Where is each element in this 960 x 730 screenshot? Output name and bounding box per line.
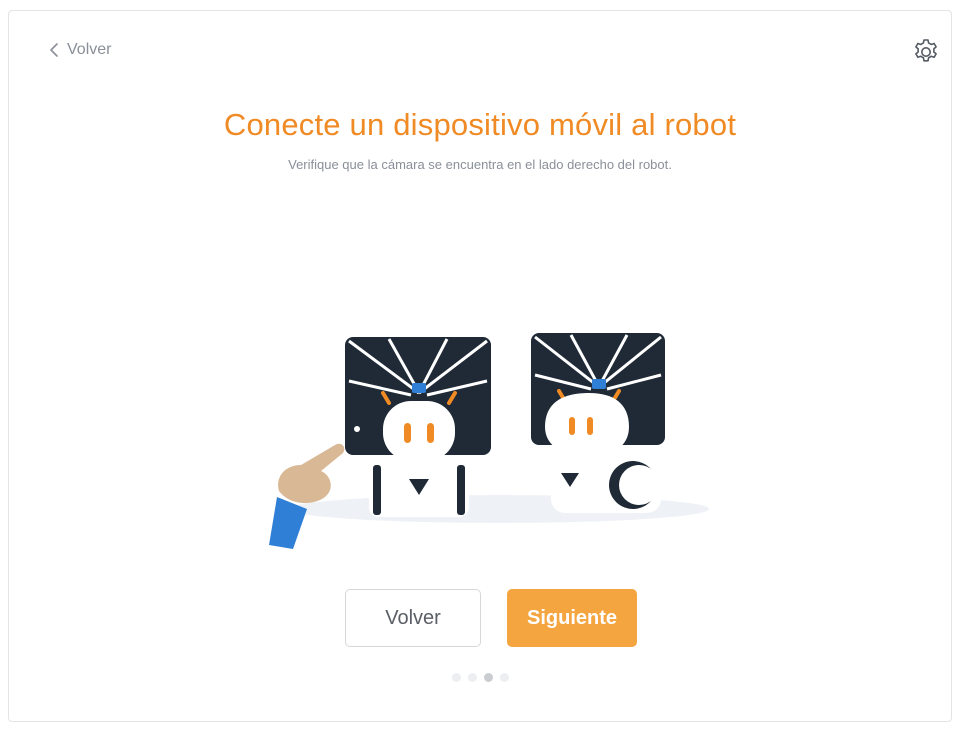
right-robot xyxy=(531,333,665,513)
next-button[interactable]: Siguiente xyxy=(507,589,637,647)
step-indicator xyxy=(9,673,951,682)
pointing-hand xyxy=(269,443,345,549)
chevron-left-icon xyxy=(50,43,58,57)
gear-icon[interactable] xyxy=(911,37,941,67)
left-robot xyxy=(345,337,491,517)
step-dot-2 xyxy=(467,673,477,682)
page-subtitle: Verifique que la cámara se encuentra en … xyxy=(288,157,672,172)
back-button[interactable]: Volver xyxy=(345,589,481,647)
setup-panel: Volver Conecte un dispositivo móvil al r… xyxy=(8,10,952,722)
step-dot-1 xyxy=(451,673,461,682)
page-title: Conecte un dispositivo móvil al robot xyxy=(223,107,737,142)
robot-connection-illustration xyxy=(269,333,709,549)
left-robot-head xyxy=(383,401,455,461)
step-dot-4 xyxy=(499,673,509,682)
back-link-label: Volver xyxy=(67,41,112,58)
step-dot-3-current xyxy=(483,673,493,682)
back-link[interactable]: Volver xyxy=(49,41,111,59)
